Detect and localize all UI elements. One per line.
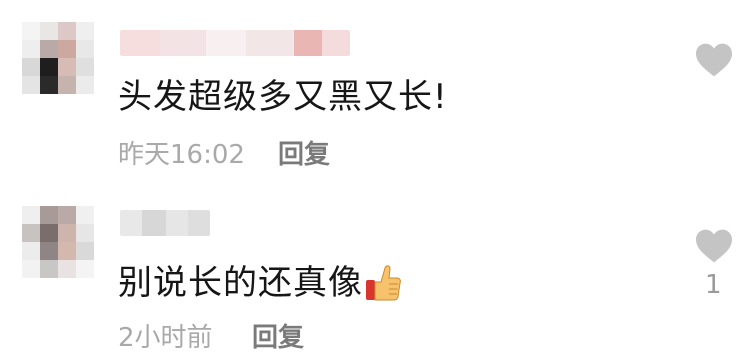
heart-icon[interactable] [694,42,734,78]
username[interactable] [120,30,350,56]
comment-text-body: 别说长的还真像 [118,263,363,303]
like-count: 1 [705,270,722,300]
heart-icon[interactable] [694,228,734,264]
avatar[interactable] [22,22,94,94]
comment-item: 别说长的还真像 2小时前 回复 1 [0,190,752,358]
reply-button[interactable]: 回复 [252,322,304,354]
comment-text: 别说长的还真像 [118,262,401,303]
comment-text: 头发超级多又黑又长! [118,77,448,117]
comment-time: 昨天16:02 [118,140,245,170]
thumbs-up-icon [366,265,401,301]
username[interactable] [120,210,210,236]
reply-button[interactable]: 回复 [278,139,330,171]
avatar[interactable] [22,206,94,278]
comment-time: 2小时前 [118,323,213,353]
comment-item: 头发超级多又黑又长! 昨天16:02 回复 [0,0,752,190]
